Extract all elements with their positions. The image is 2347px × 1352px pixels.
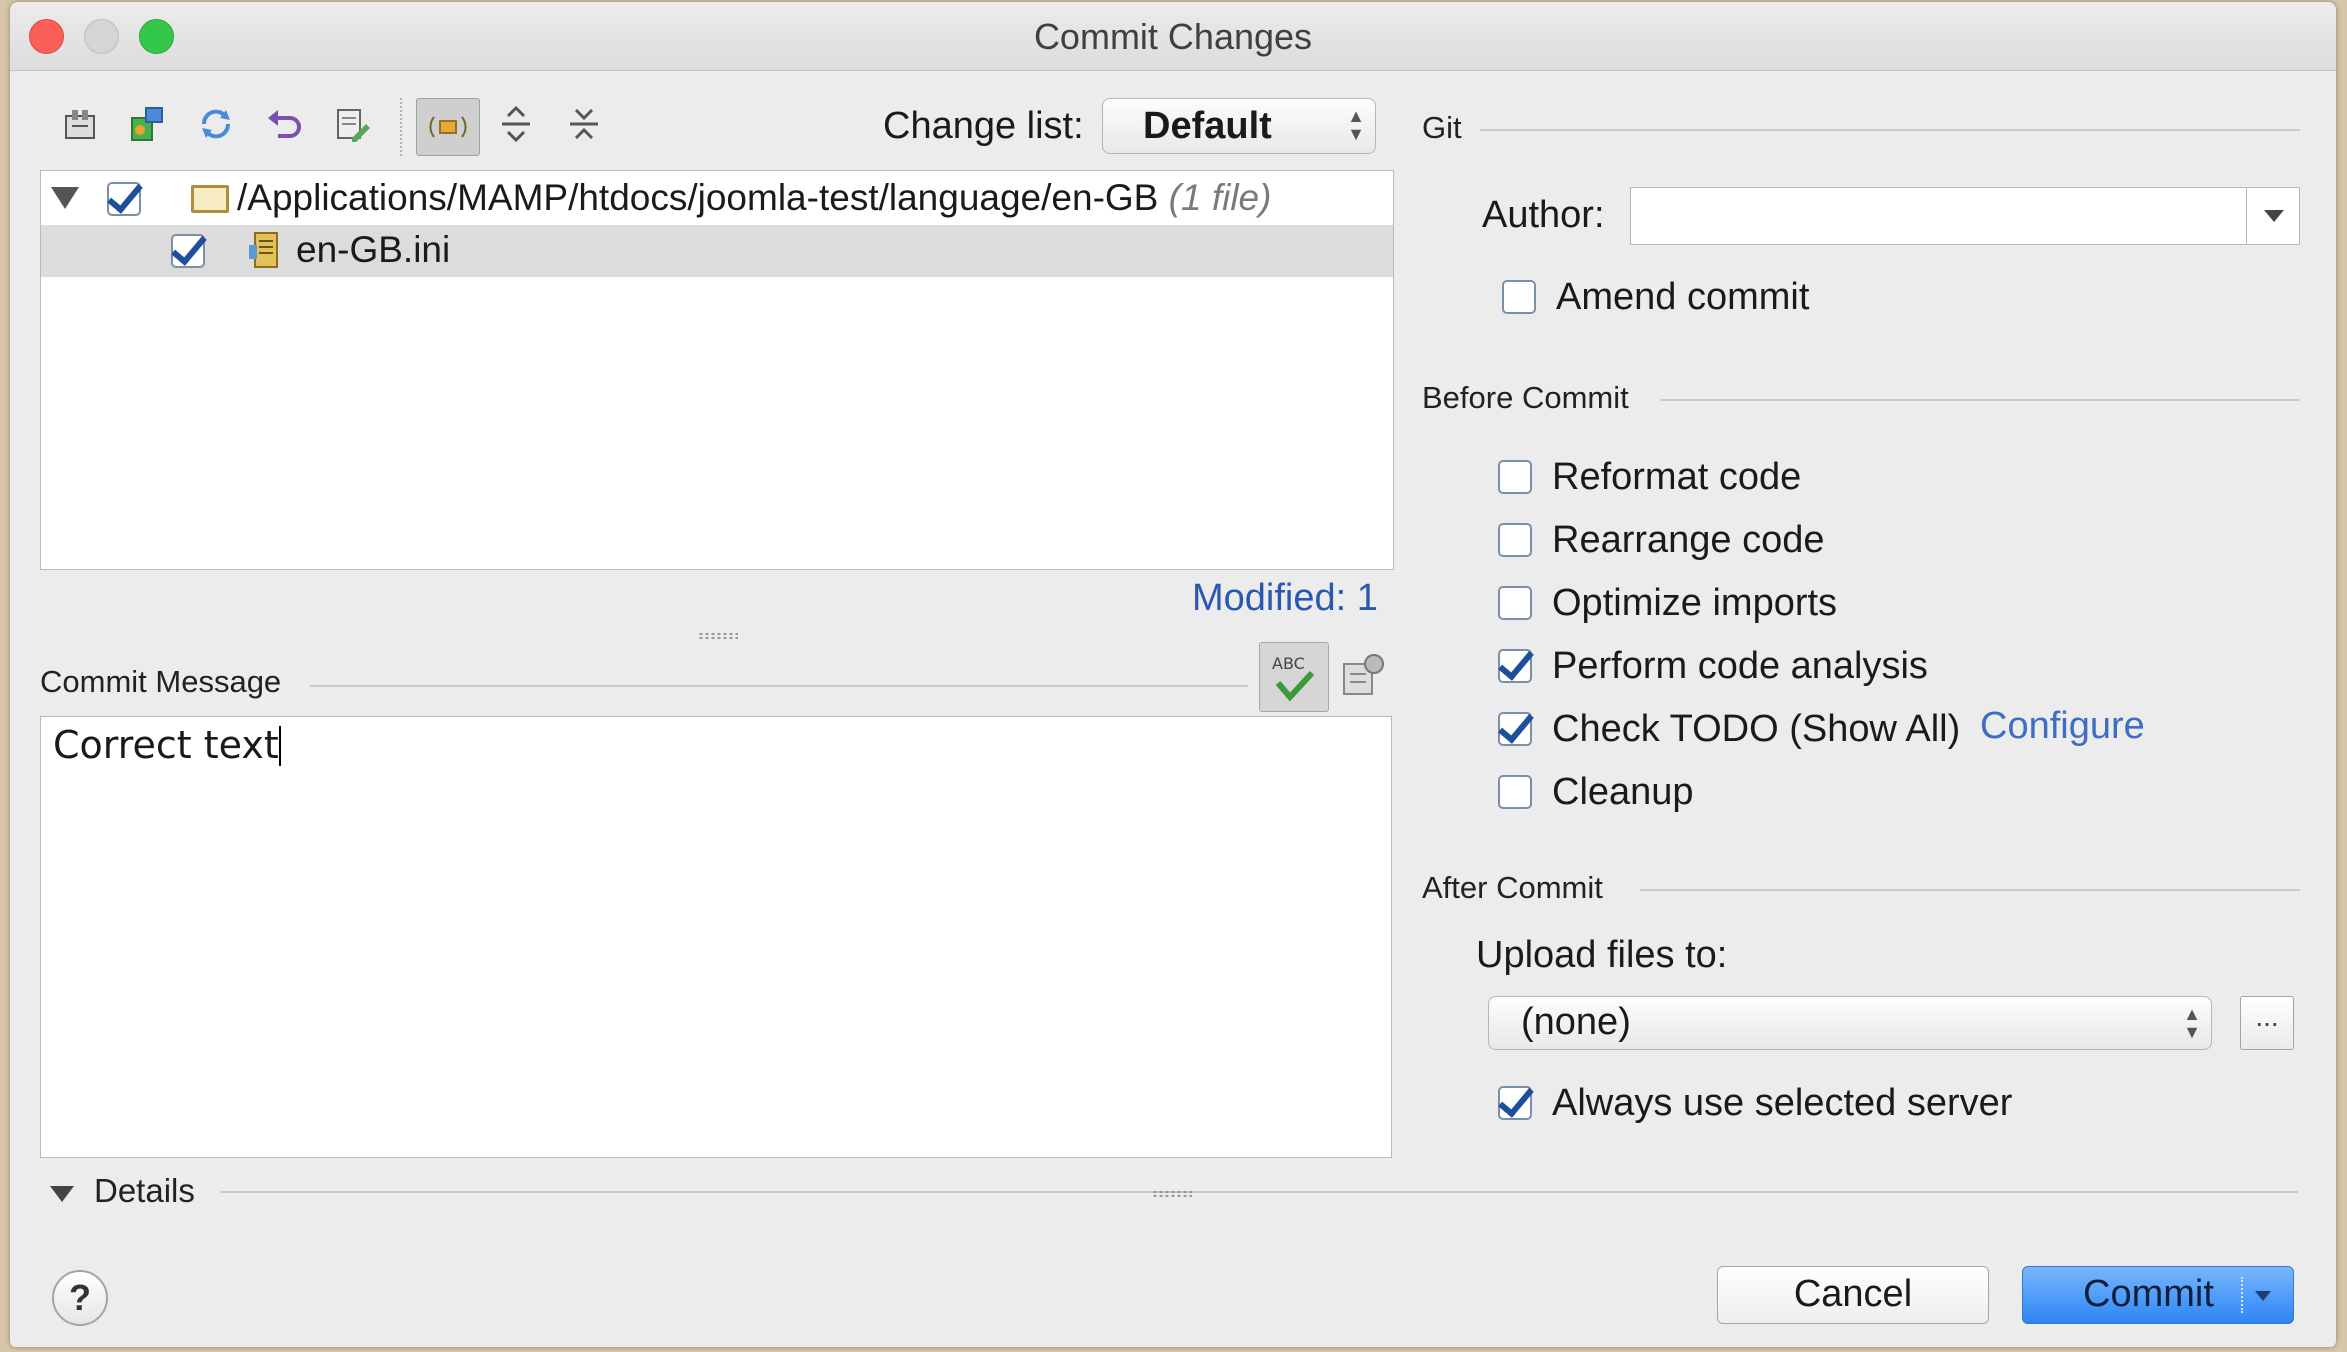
commit-message-input[interactable]: Correct text [40,716,1392,1158]
reformat-code-checkbox[interactable] [1498,460,1532,494]
check-todo-checkbox[interactable] [1498,712,1532,746]
author-dropdown-button[interactable] [2246,187,2301,245]
tree-row-file[interactable]: en-GB.ini [41,225,1393,277]
optimize-imports-checkbox[interactable] [1498,586,1532,620]
commit-split-divider [2241,1277,2243,1313]
vertical-splitter-handle[interactable] [698,632,738,640]
rearrange-code-checkbox[interactable] [1498,523,1532,557]
updown-arrows-icon: ▲ ▼ [1347,106,1365,144]
before-commit-divider [1660,399,2300,401]
upload-files-label: Upload files to: [1476,934,1728,976]
commit-changes-dialog: Commit Changes Change list: Default ▲▼ [10,2,2336,1347]
chevron-down-icon [2264,210,2284,222]
commit-message-history-icon[interactable] [1340,652,1386,698]
spell-check-button[interactable]: ABC [1259,642,1329,712]
browse-servers-button[interactable]: ... [2240,996,2294,1050]
horizontal-splitter-handle[interactable] [1152,1190,1192,1198]
toolbar-separator [400,98,404,156]
collapse-all-icon[interactable] [562,102,606,146]
optimize-imports-label[interactable]: Optimize imports [1552,582,1837,625]
amend-commit-checkbox[interactable] [1502,280,1536,314]
always-use-server-checkbox[interactable] [1498,1086,1532,1120]
svg-text:ABC: ABC [1272,654,1305,673]
text-caret [278,726,281,766]
title-bar: Commit Changes [10,2,2336,71]
commit-message-divider [310,685,1248,687]
upload-server-value: (none) [1521,1001,1631,1043]
file-checkbox[interactable] [171,234,205,268]
perform-code-analysis-checkbox[interactable] [1498,649,1532,683]
upload-server-select[interactable]: (none) ▲ ▼ [1488,996,2212,1050]
commit-button-label: Commit [2083,1273,2214,1315]
file-name: en-GB.ini [296,229,451,270]
rearrange-code-label[interactable]: Rearrange code [1552,519,1825,562]
author-label: Author: [1482,194,1605,236]
perform-code-analysis-label[interactable]: Perform code analysis [1552,645,1928,688]
check-todo-label[interactable]: Check TODO (Show All) [1552,708,1960,751]
rollback-icon[interactable] [262,102,306,146]
modified-count: Modified: 1 [1192,577,1378,619]
cancel-button[interactable]: Cancel [1717,1266,1989,1324]
commit-message-title: Commit Message [40,664,282,699]
group-by-directory-icon[interactable] [416,98,480,156]
disclosure-triangle-icon[interactable] [51,187,79,209]
edit-source-icon[interactable] [330,102,374,146]
always-use-server-label[interactable]: Always use selected server [1552,1082,2012,1125]
show-diff-icon[interactable] [58,102,102,146]
folder-checkbox[interactable] [107,182,141,216]
commit-button[interactable]: Commit [2022,1266,2294,1324]
details-divider [220,1191,2298,1193]
updown-arrows-icon: ▲ ▼ [2183,1004,2201,1042]
commit-options-chevron-icon[interactable] [2255,1291,2271,1301]
details-expand-icon[interactable] [50,1186,74,1202]
folder-file-count: (1 file) [1168,177,1272,218]
changelist-select[interactable]: Default ▲ ▼ [1102,98,1376,154]
changelist-label: Change list: [883,105,1084,147]
author-input[interactable] [1630,187,2300,245]
changelist-value: Default [1143,105,1272,147]
cleanup-label[interactable]: Cleanup [1552,771,1694,814]
changes-tree: /Applications/MAMP/htdocs/joomla-test/la… [40,170,1394,570]
ini-file-icon [249,232,278,268]
spell-check-icon: ABC [1272,654,1315,702]
refresh-icon[interactable] [194,102,238,146]
amend-commit-label[interactable]: Amend commit [1556,276,1809,319]
git-divider [1480,129,2300,131]
cleanup-checkbox[interactable] [1498,775,1532,809]
folder-path: /Applications/MAMP/htdocs/joomla-test/la… [237,177,1159,218]
before-commit-title: Before Commit [1422,380,1629,415]
move-to-changelist-icon[interactable] [126,102,170,146]
folder-icon [191,185,229,213]
after-commit-divider [1640,889,2300,891]
commit-message-text: Correct text [53,723,279,767]
reformat-code-label[interactable]: Reformat code [1552,456,1801,499]
expand-all-icon[interactable] [494,102,538,146]
window-title: Commit Changes [1033,16,1313,57]
details-title[interactable]: Details [94,1172,195,1210]
folder-path-row: /Applications/MAMP/htdocs/joomla-test/la… [237,177,1271,219]
git-title: Git [1422,110,1462,145]
after-commit-title: After Commit [1422,870,1603,905]
configure-link[interactable]: Configure [1980,705,2145,748]
help-button[interactable]: ? [52,1270,108,1326]
tree-row-folder[interactable]: /Applications/MAMP/htdocs/joomla-test/la… [41,173,1393,225]
